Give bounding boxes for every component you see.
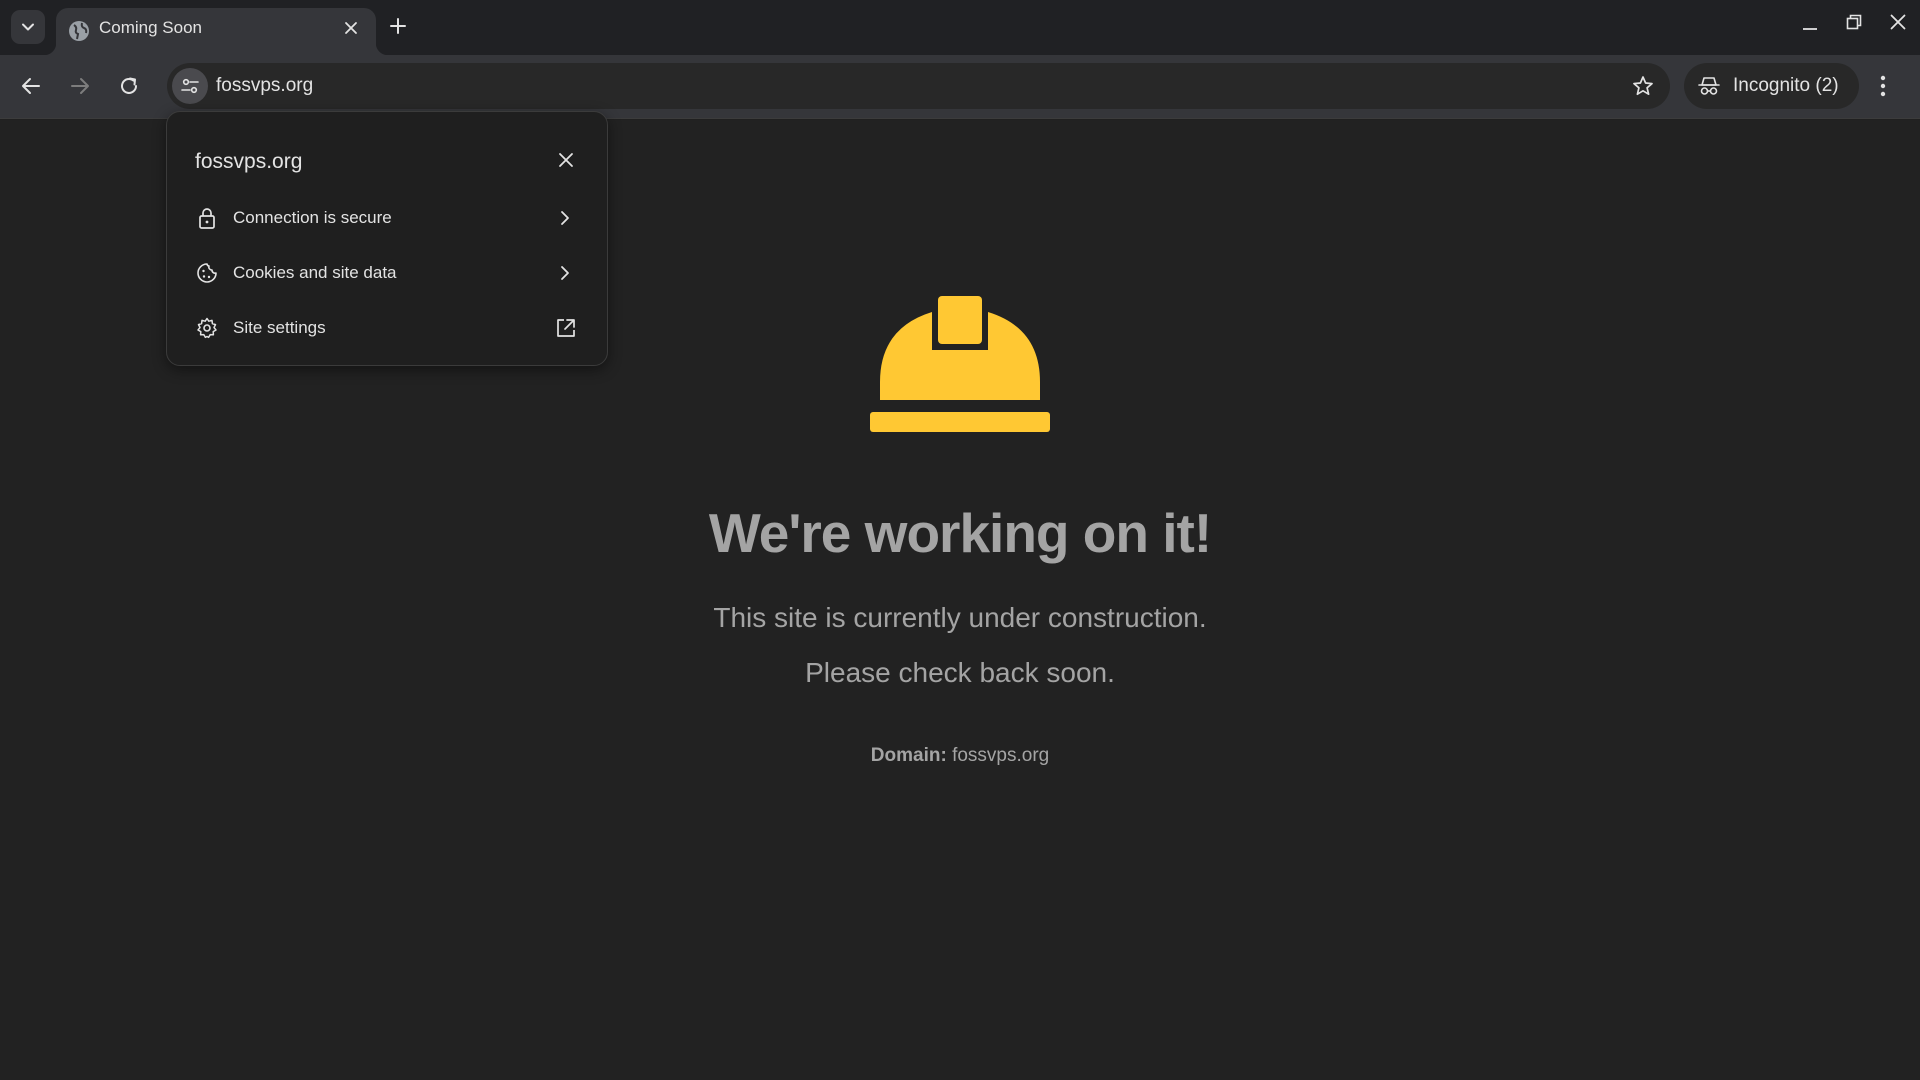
incognito-label: Incognito (2): [1733, 75, 1839, 96]
forward-arrow-icon[interactable]: [69, 75, 91, 97]
close-icon[interactable]: [558, 152, 574, 168]
tune-icon: [181, 78, 199, 94]
hard-hat-icon: [870, 296, 1050, 432]
chevron-down-icon: [22, 23, 34, 31]
cookie-icon: [197, 263, 217, 283]
popup-item-label: Site settings: [233, 318, 326, 337]
subtext-line-1: This site is currently under constructio…: [713, 602, 1207, 633]
active-tab[interactable]: Coming Soon: [44, 8, 388, 55]
kebab-menu-icon[interactable]: [1880, 75, 1886, 97]
incognito-indicator[interactable]: Incognito (2): [1684, 63, 1859, 109]
site-info-button[interactable]: [172, 68, 208, 104]
domain-line: Domain: fossvps.org: [0, 745, 1920, 767]
gear-icon: [197, 317, 217, 339]
new-tab-plus-icon[interactable]: [389, 17, 407, 35]
close-window-icon[interactable]: [1890, 14, 1906, 30]
lock-icon: [199, 208, 215, 229]
popup-item-label: Cookies and site data: [233, 263, 397, 282]
bookmark-star-icon[interactable]: [1632, 75, 1654, 97]
domain-value: fossvps.org: [952, 745, 1050, 766]
back-arrow-icon[interactable]: [20, 75, 42, 97]
site-info-popup: fossvps.org Connection is secure Cookies…: [166, 111, 608, 366]
tab-search-button[interactable]: [11, 10, 45, 44]
reload-icon[interactable]: [118, 75, 140, 97]
address-bar[interactable]: fossvps.org: [167, 63, 1670, 109]
popup-title: fossvps.org: [195, 150, 303, 173]
page-headline: We're working on it!: [708, 502, 1212, 564]
restore-icon[interactable]: [1846, 14, 1862, 30]
minimize-icon[interactable]: [1802, 16, 1818, 32]
popup-item-connection[interactable]: Connection is secure: [167, 194, 607, 242]
popup-item-cookies[interactable]: Cookies and site data: [167, 249, 607, 297]
incognito-icon: [1698, 77, 1720, 95]
browser-toolbar: fossvps.org Incognito (2): [0, 55, 1920, 119]
close-tab-icon[interactable]: [344, 21, 358, 35]
domain-label: Domain:: [870, 745, 947, 766]
chevron-right-icon: [561, 266, 569, 280]
url-text[interactable]: fossvps.org: [216, 63, 313, 109]
popup-item-site-settings[interactable]: Site settings: [167, 304, 607, 352]
popup-item-label: Connection is secure: [233, 208, 392, 227]
subtext-line-2: Please check back soon.: [805, 657, 1115, 688]
globe-icon: [69, 21, 89, 41]
tab-title: Coming Soon: [99, 18, 203, 37]
tab-strip: Coming Soon: [0, 0, 1920, 55]
external-link-icon: [557, 319, 575, 337]
chevron-right-icon: [561, 211, 569, 225]
